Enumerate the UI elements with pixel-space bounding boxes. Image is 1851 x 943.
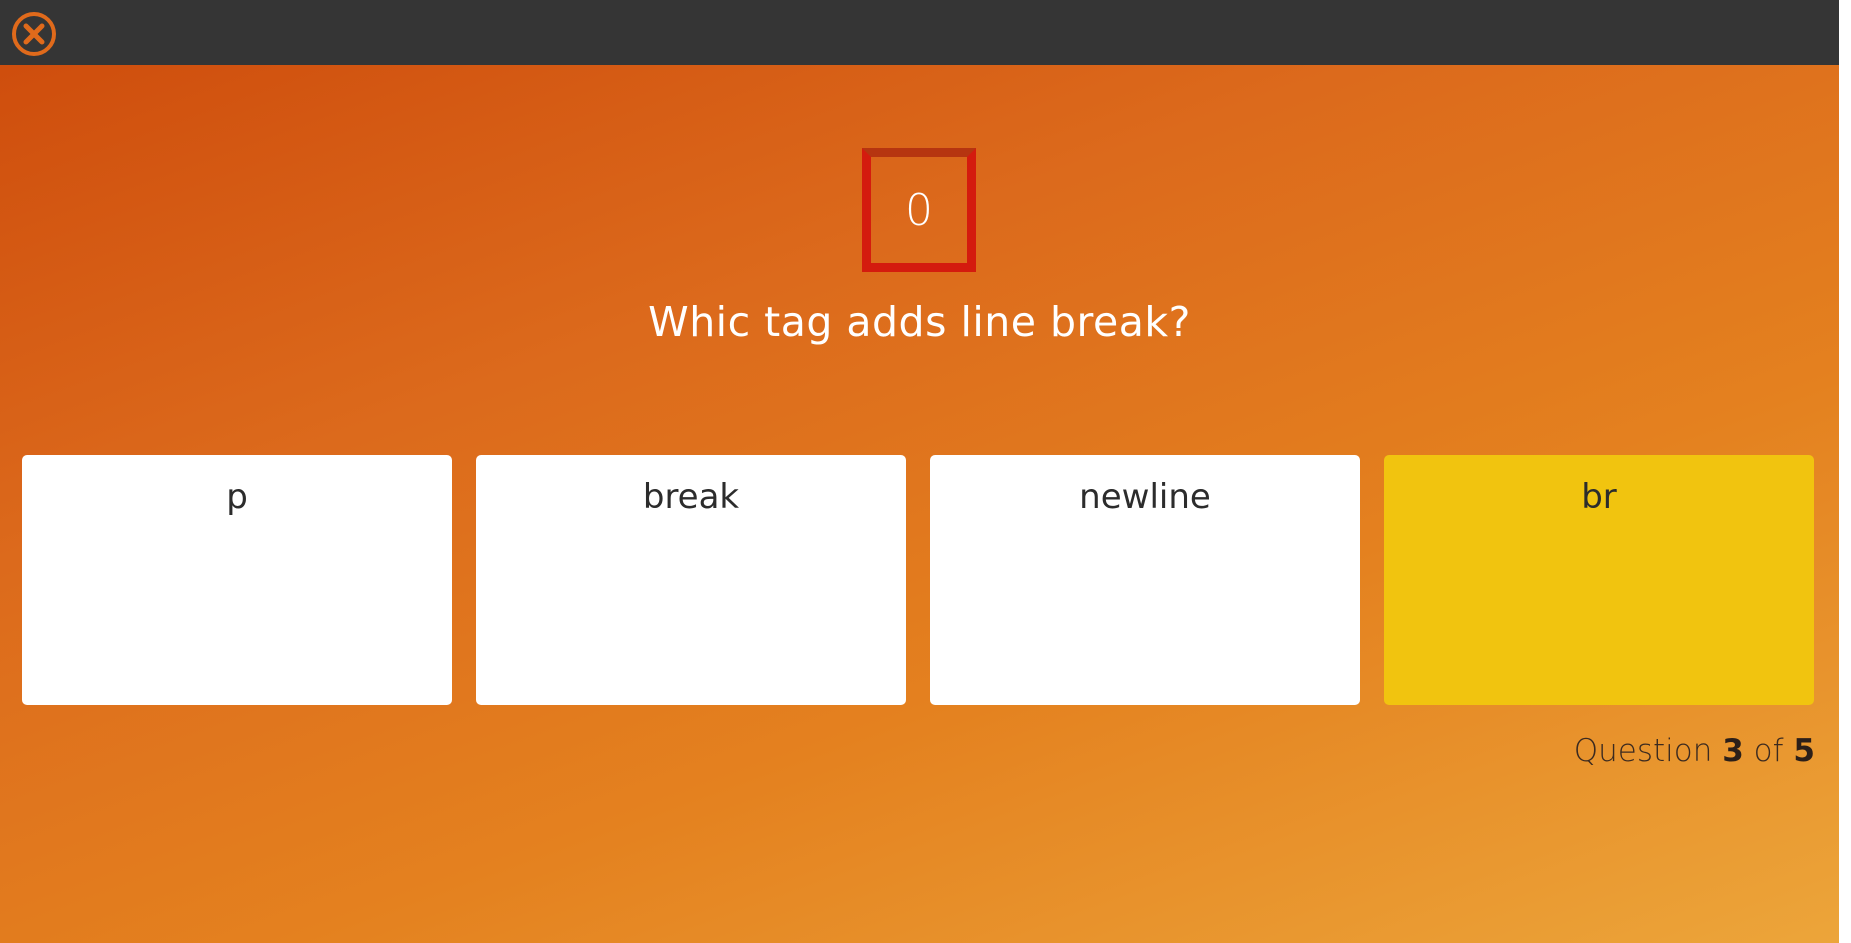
countdown-timer: 0 (862, 148, 976, 272)
answer-option-newline[interactable]: newline (930, 455, 1360, 705)
page-scrollbar[interactable] (1839, 0, 1851, 943)
progress-current: 3 (1722, 733, 1744, 769)
question-progress: Question 3 of 5 (1574, 733, 1815, 769)
answer-option-p[interactable]: p (22, 455, 452, 705)
answer-label: br (1581, 477, 1617, 517)
answer-options: p break newline br (22, 455, 1815, 705)
question-text: Whic tag adds line break? (648, 298, 1191, 346)
quiz-screen: 0 Whic tag adds line break? p break newl… (0, 0, 1839, 943)
answer-option-break[interactable]: break (476, 455, 906, 705)
answer-option-br[interactable]: br (1384, 455, 1814, 705)
answer-label: newline (1079, 477, 1211, 517)
answer-label: break (642, 477, 740, 517)
top-bar (0, 0, 1839, 65)
timer-value: 0 (905, 184, 933, 236)
progress-prefix: Question (1573, 733, 1713, 769)
progress-total: 5 (1793, 733, 1815, 769)
progress-separator: of (1753, 733, 1784, 769)
close-circle-icon (12, 12, 56, 56)
close-button[interactable] (10, 10, 58, 58)
answer-label: p (226, 477, 248, 517)
